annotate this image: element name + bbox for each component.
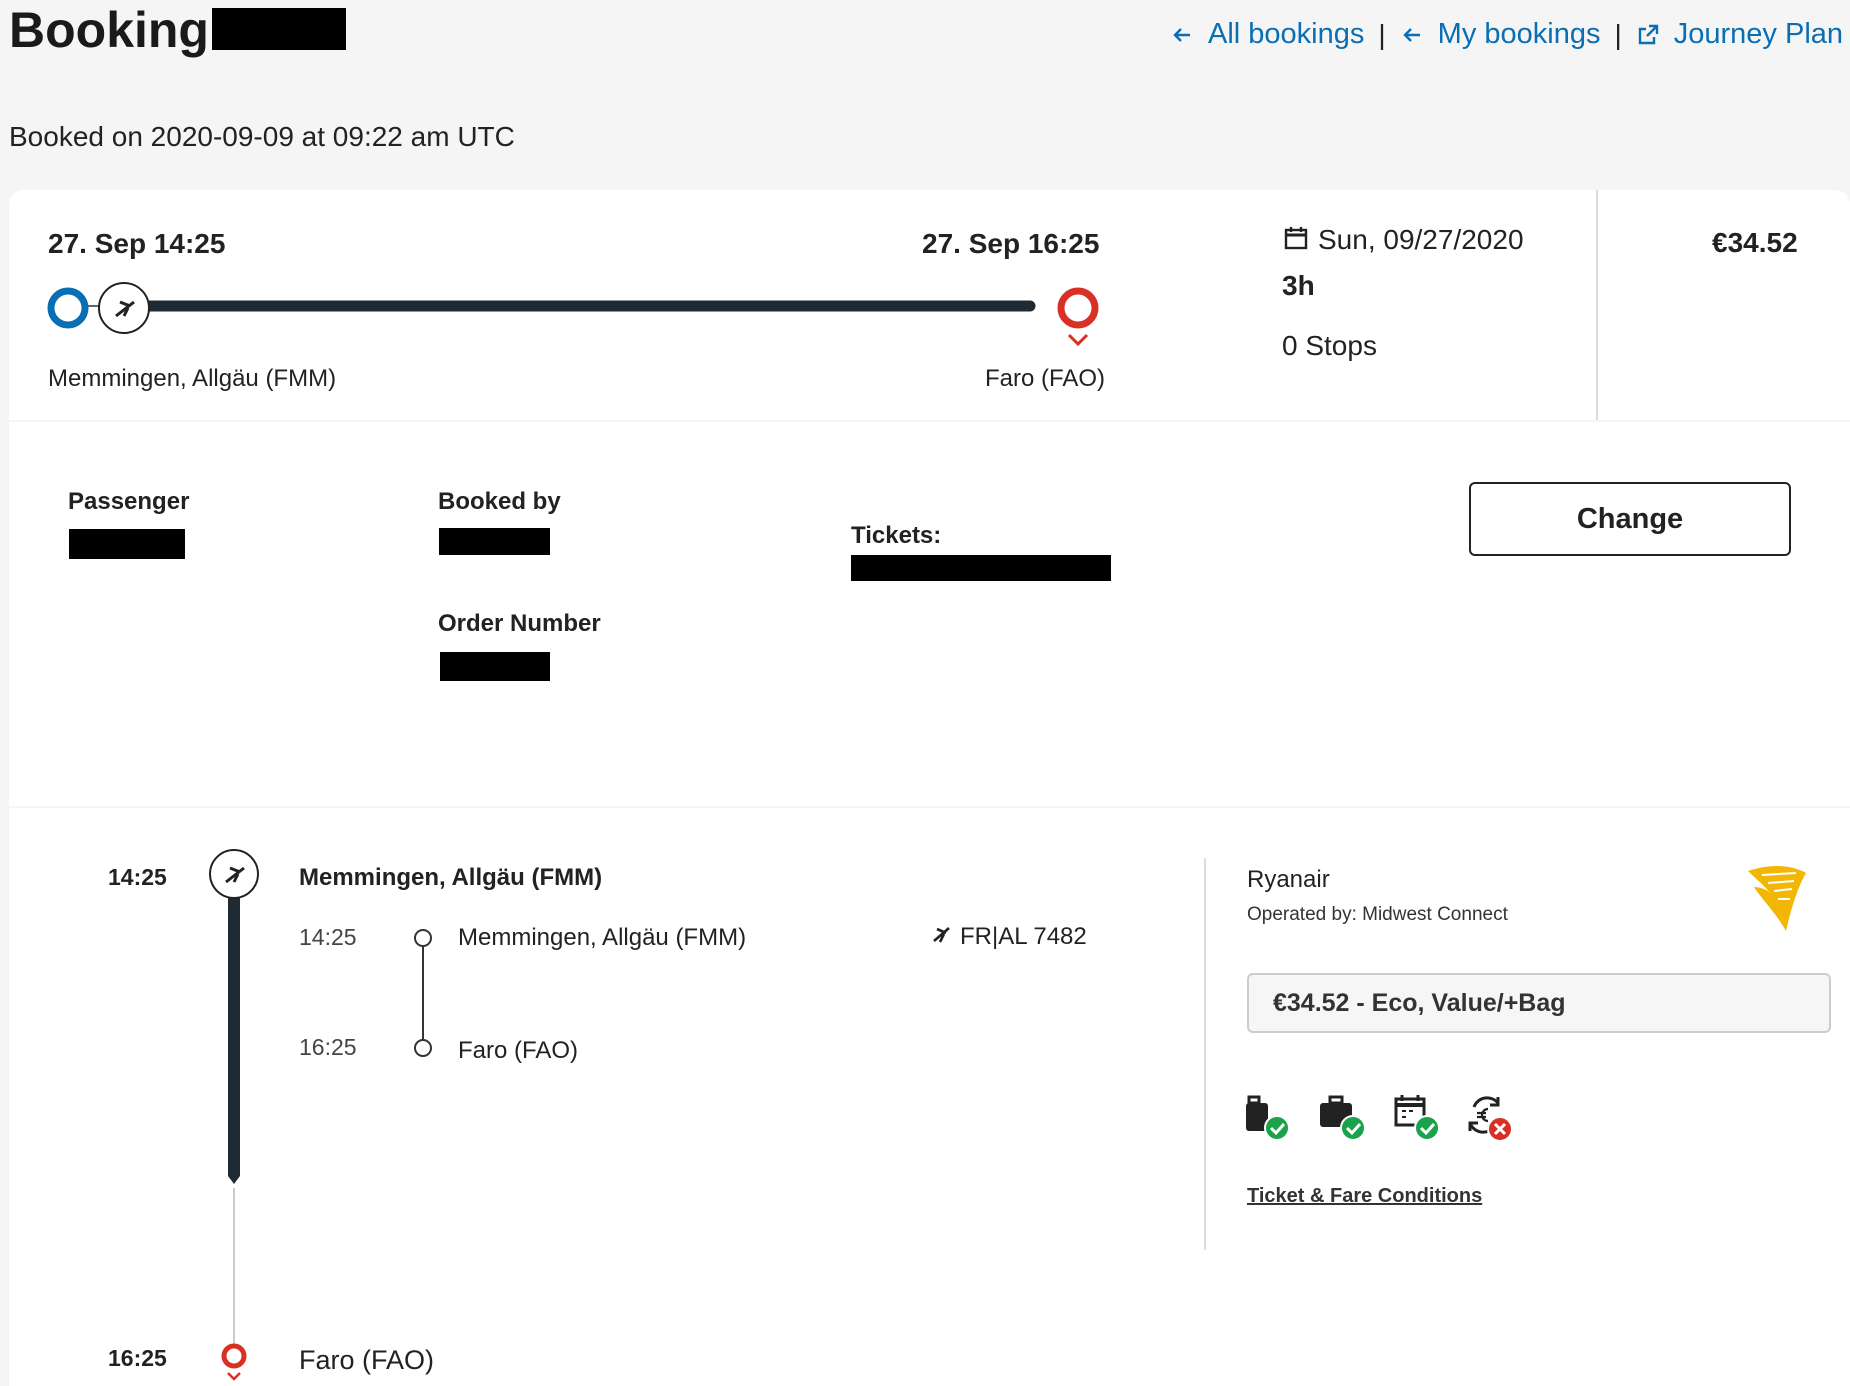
fare-conditions-link[interactable]: Ticket & Fare Conditions [1247,1185,1482,1208]
itinerary-end-time: 16:25 [108,1345,167,1371]
segment-arr-time: 16:25 [299,1034,357,1060]
route-timeline [47,282,1099,347]
flight-duration: 3h [1282,270,1315,301]
checked-bag-icon [1320,1095,1366,1141]
depart-city: Memmingen, Allgäu (FMM) [48,365,337,392]
arrive-city: Faro (FAO) [985,365,1106,392]
booked-on-text: Booked on 2020-09-09 at 09:22 am UTC [9,121,515,152]
my-bookings-label: My bookings [1437,18,1601,50]
flight-date: Sun, 09/27/2020 [1318,224,1524,255]
arrive-datetime: 27. Sep 16:25 [922,228,1100,259]
ryanair-logo [1748,866,1806,931]
refund-euro-icon [1468,1096,1513,1142]
order-number-redacted [440,652,550,681]
external-link-icon [1638,24,1658,44]
calendar-icon [1284,227,1308,250]
booked-by-redacted [439,528,550,555]
depart-datetime: 27. Sep 14:25 [48,228,226,259]
page-title: Booking [9,0,209,60]
chevron-down-icon [1067,333,1089,347]
nav-separator: | [1614,18,1622,50]
itinerary-start-city: Memmingen, Allgäu (FMM) [299,864,603,891]
details-card [9,422,1850,806]
all-bookings-label: All bookings [1208,18,1365,50]
fare-label: €34.52 - Eco, Value/+Bag [1273,988,1566,1017]
itinerary-start-time: 14:25 [108,864,167,890]
my-bookings-link[interactable]: My bookings [1400,18,1601,51]
arrow-left-icon [1173,27,1190,42]
rebooking-calendar-icon [1394,1095,1440,1141]
segment-dep-time: 14:25 [299,924,357,950]
passenger-label: Passenger [68,488,190,515]
segment-dep-city: Memmingen, Allgäu (FMM) [458,924,747,951]
flight-stops: 0 Stops [1282,330,1377,361]
tickets-redacted [851,555,1111,581]
change-button-label: Change [1576,502,1684,535]
chevron-down-icon [227,1372,241,1381]
booking-id-redacted [212,8,346,50]
fare-selector[interactable]: €34.52 - Eco, Value/+Bag [1247,973,1831,1033]
page-title-text: Booking [9,2,209,58]
header-nav: All bookings | My bookings | Journey Pla… [1170,18,1843,51]
itinerary-card [9,808,1850,1386]
segment-arr-city: Faro (FAO) [458,1037,579,1064]
cabin-bag-icon [1246,1095,1290,1141]
segment-connector [414,929,432,1057]
origin-marker [47,287,89,329]
journey-plan-label: Journey Plan [1673,18,1844,50]
itinerary-timeline [209,849,259,1381]
itinerary-end-city: Faro (FAO) [299,1345,435,1375]
summary-price: €34.52 [1712,227,1798,258]
all-bookings-link[interactable]: All bookings [1170,18,1364,51]
booked-by-label: Booked by [438,488,561,515]
operated-by: Operated by: Midwest Connect [1247,904,1508,925]
tickets-label: Tickets: [851,522,942,549]
nav-separator: | [1378,18,1386,50]
flight-number: FR|AL 7482 [960,923,1087,950]
change-button[interactable]: Change [1469,482,1791,556]
arrow-left-icon [1402,27,1420,42]
journey-plan-link[interactable]: Journey Plan [1636,18,1843,51]
destination-marker [221,1343,247,1369]
carrier-divider [1204,858,1206,1250]
order-number-label: Order Number [438,610,601,637]
carrier-name: Ryanair [1247,866,1330,893]
passenger-redacted [69,529,185,559]
plane-icon [933,927,950,943]
summary-divider [1596,190,1598,420]
destination-marker [1057,287,1099,329]
